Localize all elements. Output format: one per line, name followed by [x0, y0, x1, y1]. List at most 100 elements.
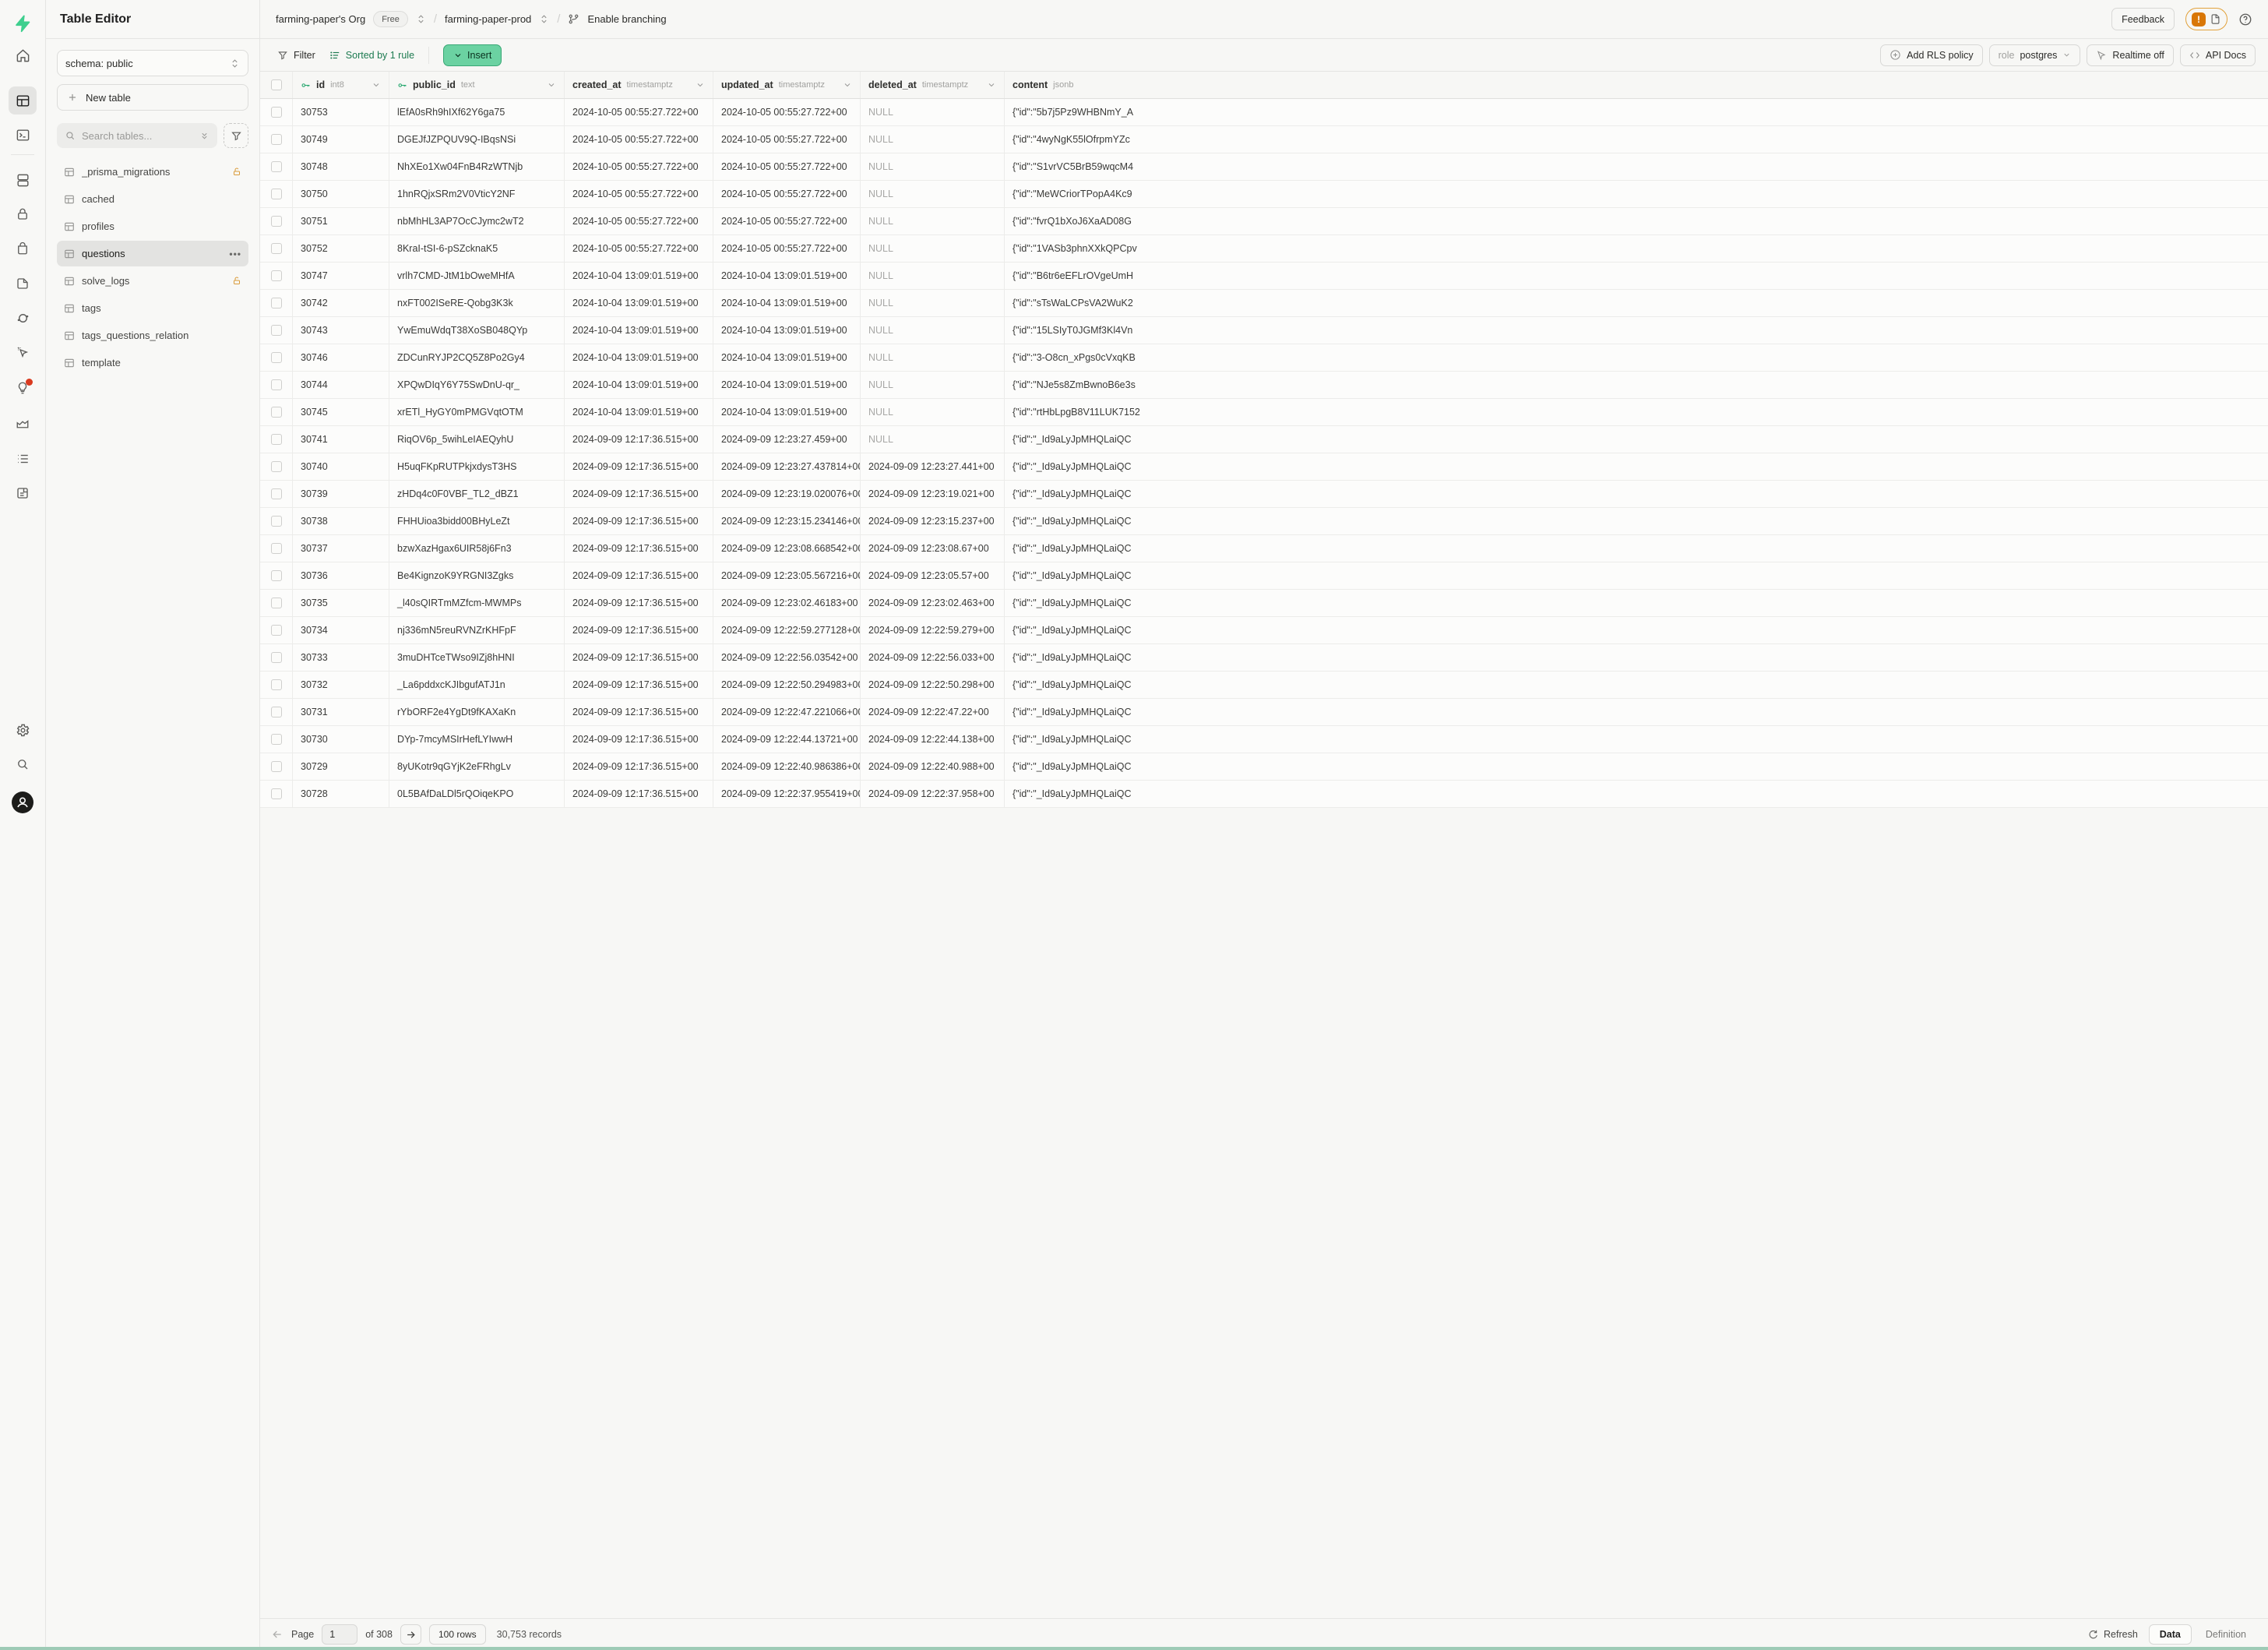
org-switcher-chevron-icon[interactable] [416, 14, 426, 24]
database-icon[interactable] [9, 166, 37, 194]
table-editor-icon[interactable] [9, 86, 37, 115]
ai-assistant-cursor-icon[interactable] [9, 338, 37, 366]
cell-created_at[interactable]: 2024-09-09 12:17:36.515+00 [565, 699, 713, 725]
insert-button[interactable]: Insert [443, 44, 502, 66]
definition-tab[interactable]: Definition [2195, 1624, 2257, 1645]
cell-deleted_at[interactable]: 2024-09-09 12:23:02.463+00 [861, 590, 1005, 616]
cell-public_id[interactable]: _La6pddxcKJIbgufATJ1n [389, 672, 565, 698]
cell-deleted_at[interactable]: NULL [861, 153, 1005, 180]
cell-id[interactable]: 30739 [293, 481, 389, 507]
cell-deleted_at[interactable]: 2024-09-09 12:22:56.033+00 [861, 644, 1005, 671]
cell-deleted_at[interactable]: 2024-09-09 12:22:40.988+00 [861, 753, 1005, 780]
cell-public_id[interactable]: DGEJfJZPQUV9Q-IBqsNSi [389, 126, 565, 153]
sql-editor-icon[interactable] [9, 121, 37, 149]
cell-id[interactable]: 30732 [293, 672, 389, 698]
column-header-content[interactable]: contentjsonb [1005, 72, 2268, 98]
cell-created_at[interactable]: 2024-10-05 00:55:27.722+00 [565, 208, 713, 234]
cell-updated_at[interactable]: 2024-09-09 12:22:59.277128+00 [713, 617, 861, 643]
cell-public_id[interactable]: nj336mN5reuRVNZrKHFpF [389, 617, 565, 643]
cell-deleted_at[interactable]: NULL [861, 290, 1005, 316]
cell-id[interactable]: 30745 [293, 399, 389, 425]
cell-content[interactable]: {"id":"4wyNgK55lOfrpmYZc [1005, 126, 2268, 153]
cell-updated_at[interactable]: 2024-10-05 00:55:27.722+00 [713, 208, 861, 234]
row-checkbox[interactable] [271, 543, 282, 554]
next-page-button[interactable] [400, 1624, 421, 1645]
cell-created_at[interactable]: 2024-09-09 12:17:36.515+00 [565, 453, 713, 480]
cell-public_id[interactable]: nxFT002ISeRE-Qobg3K3k [389, 290, 565, 316]
column-header-id[interactable]: idint8 [293, 72, 389, 98]
logs-icon[interactable] [9, 445, 37, 473]
row-checkbox[interactable] [271, 788, 282, 799]
cell-content[interactable]: {"id":"15LSIyT0JGMf3Kl4Vn [1005, 317, 2268, 344]
new-table-button[interactable]: New table [57, 84, 248, 111]
cell-id[interactable]: 30751 [293, 208, 389, 234]
row-checkbox[interactable] [271, 216, 282, 227]
cell-updated_at[interactable]: 2024-09-09 12:22:56.03542+00 [713, 644, 861, 671]
refresh-button[interactable]: Refresh [2087, 1629, 2138, 1640]
cell-updated_at[interactable]: 2024-10-04 13:09:01.519+00 [713, 344, 861, 371]
cell-updated_at[interactable]: 2024-09-09 12:23:08.668542+00 [713, 535, 861, 562]
cell-public_id[interactable]: lEfA0sRh9hIXf62Y6ga75 [389, 99, 565, 125]
row-checkbox[interactable] [271, 625, 282, 636]
row-checkbox[interactable] [271, 570, 282, 581]
search-tables-input[interactable]: Search tables... [57, 123, 217, 148]
row-checkbox[interactable] [271, 652, 282, 663]
cell-public_id[interactable]: 1hnRQjxSRm2V0VticY2NF [389, 181, 565, 207]
column-menu-chevron-icon[interactable] [987, 80, 996, 90]
cell-content[interactable]: {"id":"_Id9aLyJpMHQLaiQC [1005, 562, 2268, 589]
cell-content[interactable]: {"id":"B6tr6eEFLrOVgeUmH [1005, 263, 2268, 289]
cell-id[interactable]: 30752 [293, 235, 389, 262]
cell-deleted_at[interactable]: 2024-09-09 12:22:37.958+00 [861, 781, 1005, 807]
home-icon[interactable] [9, 41, 37, 69]
cell-public_id[interactable]: nbMhHL3AP7OcCJymc2wT2 [389, 208, 565, 234]
cell-updated_at[interactable]: 2024-09-09 12:22:47.221066+00 [713, 699, 861, 725]
cell-content[interactable]: {"id":"_Id9aLyJpMHQLaiQC [1005, 481, 2268, 507]
cell-deleted_at[interactable]: NULL [861, 235, 1005, 262]
cell-content[interactable]: {"id":"sTsWaLCPsVA2WuK2 [1005, 290, 2268, 316]
advisors-icon[interactable] [9, 374, 37, 402]
cell-deleted_at[interactable]: NULL [861, 99, 1005, 125]
cell-created_at[interactable]: 2024-10-04 13:09:01.519+00 [565, 290, 713, 316]
row-checkbox[interactable] [271, 325, 282, 336]
cell-created_at[interactable]: 2024-09-09 12:17:36.515+00 [565, 590, 713, 616]
storage-icon[interactable] [9, 234, 37, 263]
row-checkbox[interactable] [271, 243, 282, 254]
cell-created_at[interactable]: 2024-09-09 12:17:36.515+00 [565, 672, 713, 698]
user-avatar[interactable] [9, 788, 37, 816]
cell-updated_at[interactable]: 2024-09-09 12:22:50.294983+00 [713, 672, 861, 698]
cell-deleted_at[interactable]: 2024-09-09 12:23:19.021+00 [861, 481, 1005, 507]
cell-created_at[interactable]: 2024-10-05 00:55:27.722+00 [565, 181, 713, 207]
cell-created_at[interactable]: 2024-09-09 12:17:36.515+00 [565, 726, 713, 753]
help-icon[interactable] [2238, 12, 2252, 26]
cell-updated_at[interactable]: 2024-09-09 12:23:02.46183+00 [713, 590, 861, 616]
cell-public_id[interactable]: bzwXazHgax6UIR58j6Fn3 [389, 535, 565, 562]
cell-content[interactable]: {"id":"5b7j5Pz9WHBNmY_A [1005, 99, 2268, 125]
cell-content[interactable]: {"id":"_Id9aLyJpMHQLaiQC [1005, 590, 2268, 616]
role-selector[interactable]: role postgres [1989, 44, 2081, 66]
row-checkbox[interactable] [271, 761, 282, 772]
cell-created_at[interactable]: 2024-09-09 12:17:36.515+00 [565, 535, 713, 562]
cell-created_at[interactable]: 2024-10-05 00:55:27.722+00 [565, 126, 713, 153]
cell-updated_at[interactable]: 2024-09-09 12:23:27.459+00 [713, 426, 861, 453]
cell-id[interactable]: 30740 [293, 453, 389, 480]
row-checkbox[interactable] [271, 488, 282, 499]
cell-deleted_at[interactable]: 2024-09-09 12:22:44.138+00 [861, 726, 1005, 753]
cell-deleted_at[interactable]: 2024-09-09 12:23:05.57+00 [861, 562, 1005, 589]
data-tab[interactable]: Data [2149, 1624, 2192, 1645]
cell-id[interactable]: 30750 [293, 181, 389, 207]
cell-id[interactable]: 30749 [293, 126, 389, 153]
sidebar-item-_prisma_migrations[interactable]: _prisma_migrations [57, 159, 248, 185]
column-menu-chevron-icon[interactable] [696, 80, 705, 90]
cell-updated_at[interactable]: 2024-10-04 13:09:01.519+00 [713, 399, 861, 425]
realtime-icon[interactable] [9, 304, 37, 332]
cell-public_id[interactable]: NhXEo1Xw04FnB4RzWTNjb [389, 153, 565, 180]
cell-created_at[interactable]: 2024-10-05 00:55:27.722+00 [565, 153, 713, 180]
cell-created_at[interactable]: 2024-09-09 12:17:36.515+00 [565, 426, 713, 453]
cell-created_at[interactable]: 2024-09-09 12:17:36.515+00 [565, 644, 713, 671]
cell-updated_at[interactable]: 2024-09-09 12:22:37.955419+00 [713, 781, 861, 807]
cell-content[interactable]: {"id":"NJe5s8ZmBwnoB6e3s [1005, 372, 2268, 398]
cell-updated_at[interactable]: 2024-09-09 12:23:15.234146+00 [713, 508, 861, 534]
realtime-toggle-button[interactable]: Realtime off [2087, 44, 2173, 66]
cell-id[interactable]: 30734 [293, 617, 389, 643]
cell-deleted_at[interactable]: 2024-09-09 12:22:50.298+00 [861, 672, 1005, 698]
